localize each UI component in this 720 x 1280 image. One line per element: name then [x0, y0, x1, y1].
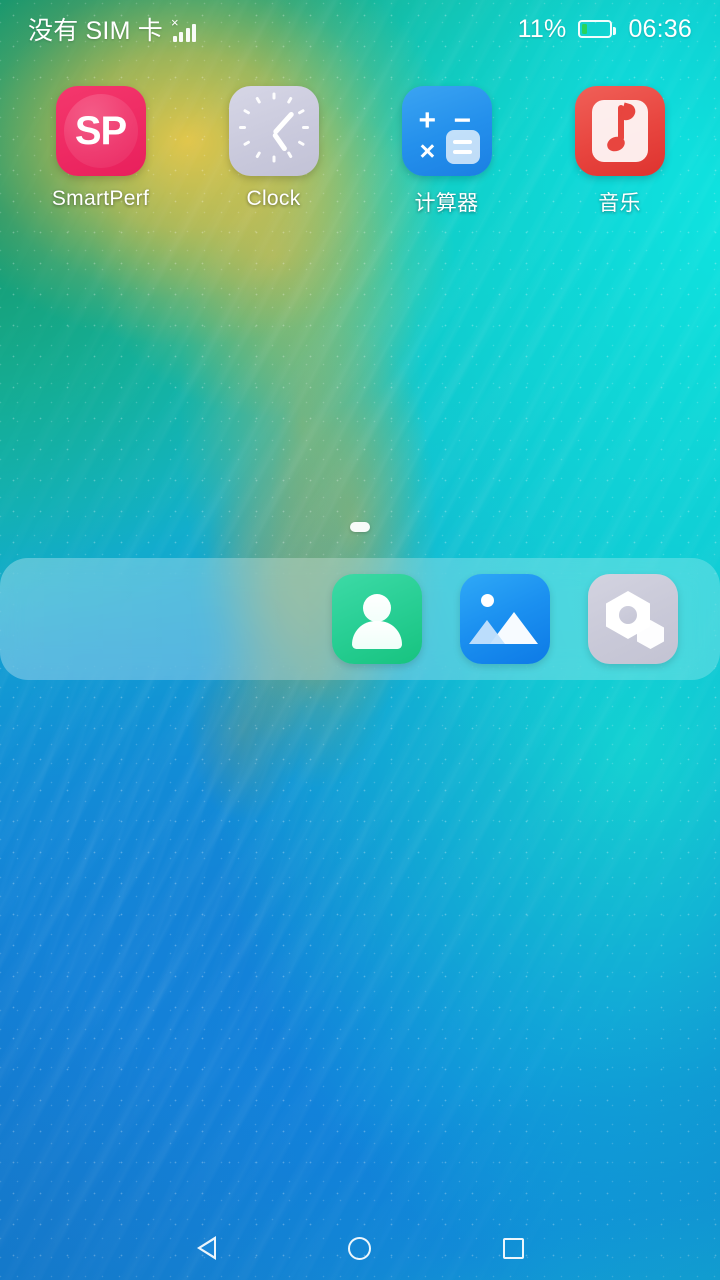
- app-calculator[interactable]: + − × 计算器: [360, 86, 533, 217]
- status-bar: 没有 SIM 卡 × 11% 06:36: [0, 0, 720, 58]
- home-circle-icon: [348, 1236, 372, 1260]
- nav-home-button[interactable]: [333, 1221, 387, 1275]
- back-triangle-icon: [197, 1236, 217, 1260]
- calc-plus-symbol: +: [418, 104, 437, 137]
- app-label-smartperf: SmartPerf: [51, 187, 150, 210]
- app-smartperf[interactable]: SP SmartPerf: [14, 86, 187, 217]
- music-icon[interactable]: [574, 86, 665, 176]
- battery-percent-label: 11%: [517, 14, 567, 43]
- app-music[interactable]: 音乐: [533, 86, 706, 217]
- app-label-clock: Clock: [246, 187, 301, 210]
- carrier-label: 没有 SIM 卡: [28, 17, 163, 45]
- calc-times-symbol: ×: [419, 136, 436, 166]
- app-label-calculator: 计算器: [414, 192, 479, 215]
- recents-square-icon: [502, 1237, 524, 1259]
- page-dot-1[interactable]: [350, 522, 370, 532]
- status-bar-clock: 06:36: [628, 14, 692, 43]
- dock-app-settings[interactable]: [588, 574, 678, 664]
- app-grid: SP SmartPerf Clock + − × 计算器 音乐: [0, 86, 720, 217]
- status-bar-right: 11% 06:36: [518, 15, 692, 44]
- calc-equals-symbol: [445, 130, 480, 164]
- battery-fill: [582, 24, 588, 34]
- gallery-sun: [481, 594, 494, 607]
- smartperf-icon[interactable]: SP: [55, 86, 146, 176]
- battery-icon: [578, 20, 617, 38]
- page-indicator[interactable]: [0, 522, 720, 532]
- home-screen: 没有 SIM 卡 × 11% 06:36 SP SmartPerf Clock …: [0, 0, 720, 1280]
- clock-hour-hand: [271, 131, 288, 152]
- contacts-icon[interactable]: [332, 574, 422, 664]
- dock: [0, 558, 720, 680]
- calculator-icon[interactable]: + − ×: [401, 86, 492, 176]
- contacts-head: [363, 594, 391, 622]
- nav-recents-button[interactable]: [486, 1221, 540, 1275]
- signal-x-mark: ×: [170, 15, 179, 30]
- clock-icon[interactable]: [228, 86, 319, 176]
- nav-back-button[interactable]: [180, 1221, 234, 1275]
- signal-bars-no-service-icon: ×: [170, 15, 203, 42]
- dock-app-gallery[interactable]: [460, 574, 550, 664]
- status-bar-left: 没有 SIM 卡 ×: [28, 11, 203, 47]
- settings-hex-hole: [619, 606, 637, 624]
- gallery-mountain-front: [469, 620, 505, 644]
- settings-icon[interactable]: [588, 574, 678, 664]
- app-label-music: 音乐: [598, 192, 641, 215]
- dock-app-contacts[interactable]: [332, 574, 422, 664]
- gallery-icon[interactable]: [460, 574, 550, 664]
- smartperf-icon-text: SP: [74, 108, 127, 153]
- app-clock[interactable]: Clock: [187, 86, 360, 217]
- navigation-bar: [0, 1216, 720, 1280]
- clock-minute-hand: [271, 110, 294, 135]
- contacts-body: [352, 621, 402, 649]
